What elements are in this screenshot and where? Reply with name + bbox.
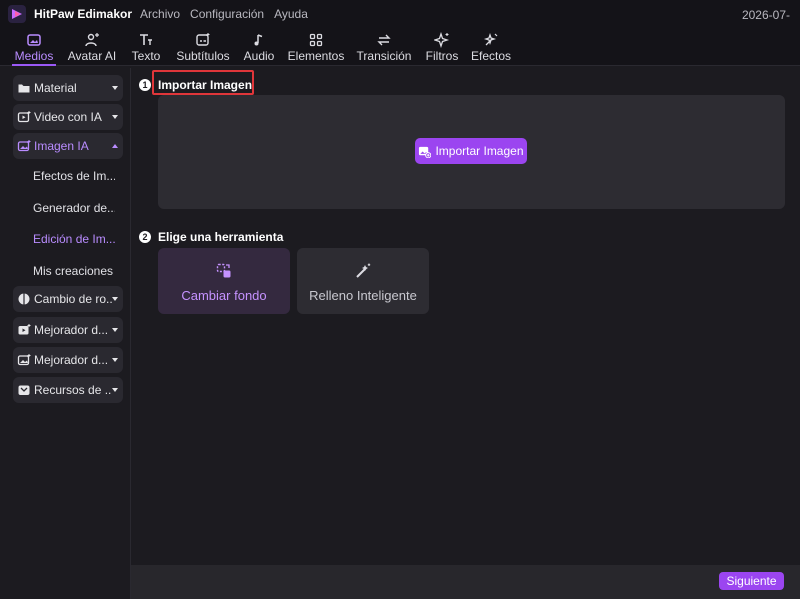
tool-relleno-inteligente[interactable]: Relleno Inteligente	[297, 248, 429, 314]
magic-wand-icon	[356, 263, 371, 278]
text-icon	[140, 34, 152, 45]
step-2-title: Elige una herramienta	[158, 230, 284, 244]
sparkle-icon	[434, 32, 450, 48]
sidebar-item-video-ia[interactable]: Video con IA	[13, 104, 123, 130]
sidebar-subitem-generador[interactable]: Generador de...	[33, 201, 115, 215]
title-bar: HitPaw Edimakor Archivo Configuración Ay…	[0, 0, 800, 28]
transition-icon	[377, 34, 391, 46]
step-number: 1	[139, 79, 151, 91]
highlight-box	[152, 70, 254, 95]
footer-bar	[131, 565, 800, 599]
menu-ayuda[interactable]: Ayuda	[274, 7, 308, 21]
step-2-heading: 2 Elige una herramienta	[139, 230, 283, 244]
tab-audio[interactable]: Audio	[242, 30, 276, 64]
tab-avatar-ai[interactable]: Avatar AI	[66, 30, 118, 64]
tab-subtitulos[interactable]: Subtítulos	[174, 30, 232, 64]
image-ai-icon	[17, 139, 31, 153]
video-ai-icon	[17, 110, 31, 124]
effects-icon	[483, 32, 498, 46]
elements-icon	[309, 33, 323, 47]
music-note-icon	[254, 34, 263, 46]
sidebar-item-imagen-ia[interactable]: Imagen IA	[13, 133, 123, 159]
step-number: 2	[139, 231, 151, 243]
sidebar-item-cambio-rostro[interactable]: Cambio de ro...	[13, 286, 123, 312]
chevron-down-icon	[112, 328, 118, 332]
chevron-down-icon	[112, 388, 118, 392]
sidebar-subitem-mis-creaciones[interactable]: Mis creaciones	[33, 264, 115, 278]
sidebar-item-recursos[interactable]: Recursos de ...	[13, 377, 123, 403]
tab-transicion[interactable]: Transición	[357, 30, 411, 64]
chevron-up-icon	[112, 144, 118, 148]
active-tab-underline	[12, 64, 56, 66]
date-label: 2026-07-	[741, 8, 790, 22]
sidebar-item-mejorador-imagen[interactable]: Mejorador d...	[13, 347, 123, 373]
menu-configuracion[interactable]: Configuración	[190, 7, 264, 21]
video-enhancer-icon	[17, 323, 31, 337]
subtitles-icon	[196, 33, 210, 46]
resources-icon	[17, 383, 31, 397]
avatar-icon	[85, 33, 99, 47]
tab-elementos[interactable]: Elementos	[288, 30, 344, 64]
sidebar-item-mejorador-video[interactable]: Mejorador d...	[13, 317, 123, 343]
sidebar-subitem-edicion[interactable]: Edición de Im...	[33, 232, 115, 246]
change-background-icon	[216, 263, 231, 278]
chevron-down-icon	[112, 86, 118, 90]
sidebar: Material Video con IA Imagen IA Efectos …	[6, 68, 131, 599]
app-name: HitPaw Edimakor	[34, 7, 133, 21]
menu-archivo[interactable]: Archivo	[140, 7, 180, 21]
tab-texto[interactable]: Texto	[130, 30, 162, 64]
import-image-label: Importar Imagen	[435, 144, 524, 158]
app-logo-icon	[8, 5, 26, 23]
tab-filtros[interactable]: Filtros	[424, 30, 460, 64]
tool-cambiar-fondo[interactable]: Cambiar fondo	[158, 248, 290, 314]
tab-efectos[interactable]: Efectos	[471, 30, 511, 64]
next-button[interactable]: Siguiente	[719, 572, 784, 590]
add-image-icon	[419, 146, 432, 158]
folder-icon	[17, 81, 31, 95]
chevron-down-icon	[112, 297, 118, 301]
tab-medios[interactable]: Medios	[12, 30, 56, 66]
chevron-down-icon	[112, 358, 118, 362]
main-toolbar: Medios Avatar AI Texto Subtítulos Audio …	[0, 28, 800, 66]
media-icon	[27, 34, 41, 46]
sidebar-subitem-efectos[interactable]: Efectos de Im...	[33, 169, 115, 183]
sidebar-item-material[interactable]: Material	[13, 75, 123, 101]
chevron-down-icon	[112, 115, 118, 119]
import-image-button[interactable]: Importar Imagen	[415, 138, 527, 164]
face-swap-icon	[17, 292, 31, 306]
image-enhancer-icon	[17, 353, 31, 367]
